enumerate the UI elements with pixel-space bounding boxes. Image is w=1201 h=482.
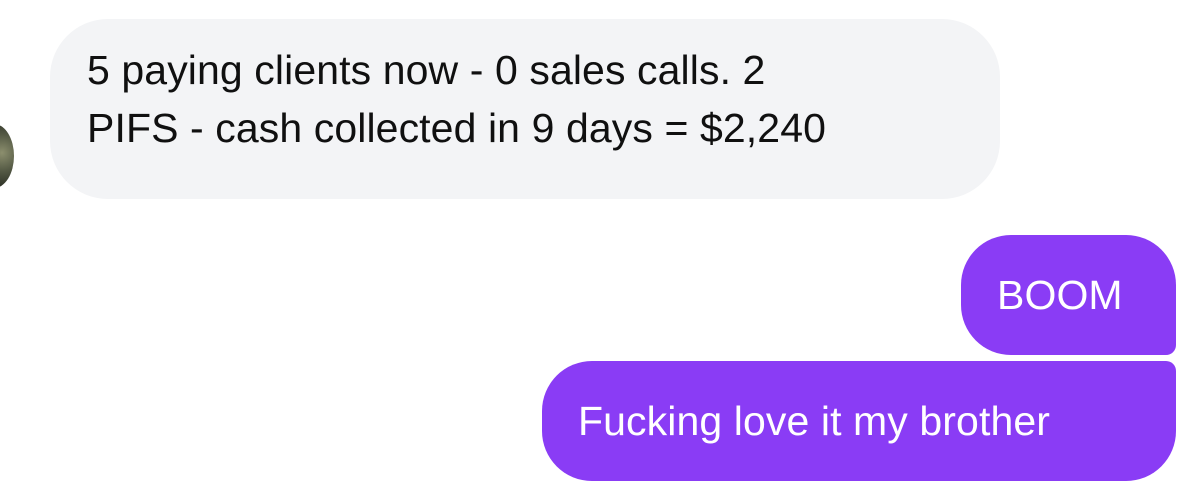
incoming-message-bubble[interactable]: 5 paying clients now - 0 sales calls. 2 … <box>50 19 1000 199</box>
outgoing-message-bubble[interactable]: BOOM <box>961 235 1176 355</box>
sender-avatar[interactable] <box>0 124 14 188</box>
outgoing-message-bubble[interactable]: Fucking love it my brother <box>542 361 1176 481</box>
incoming-message-line-1: 5 paying clients now - 0 sales calls. 2 <box>87 47 766 93</box>
outgoing-message-text: Fucking love it my brother <box>578 398 1050 444</box>
incoming-message-line-2: PIFS - cash collected in 9 days = $2,240 <box>87 105 826 151</box>
outgoing-message-text: BOOM <box>997 272 1123 318</box>
